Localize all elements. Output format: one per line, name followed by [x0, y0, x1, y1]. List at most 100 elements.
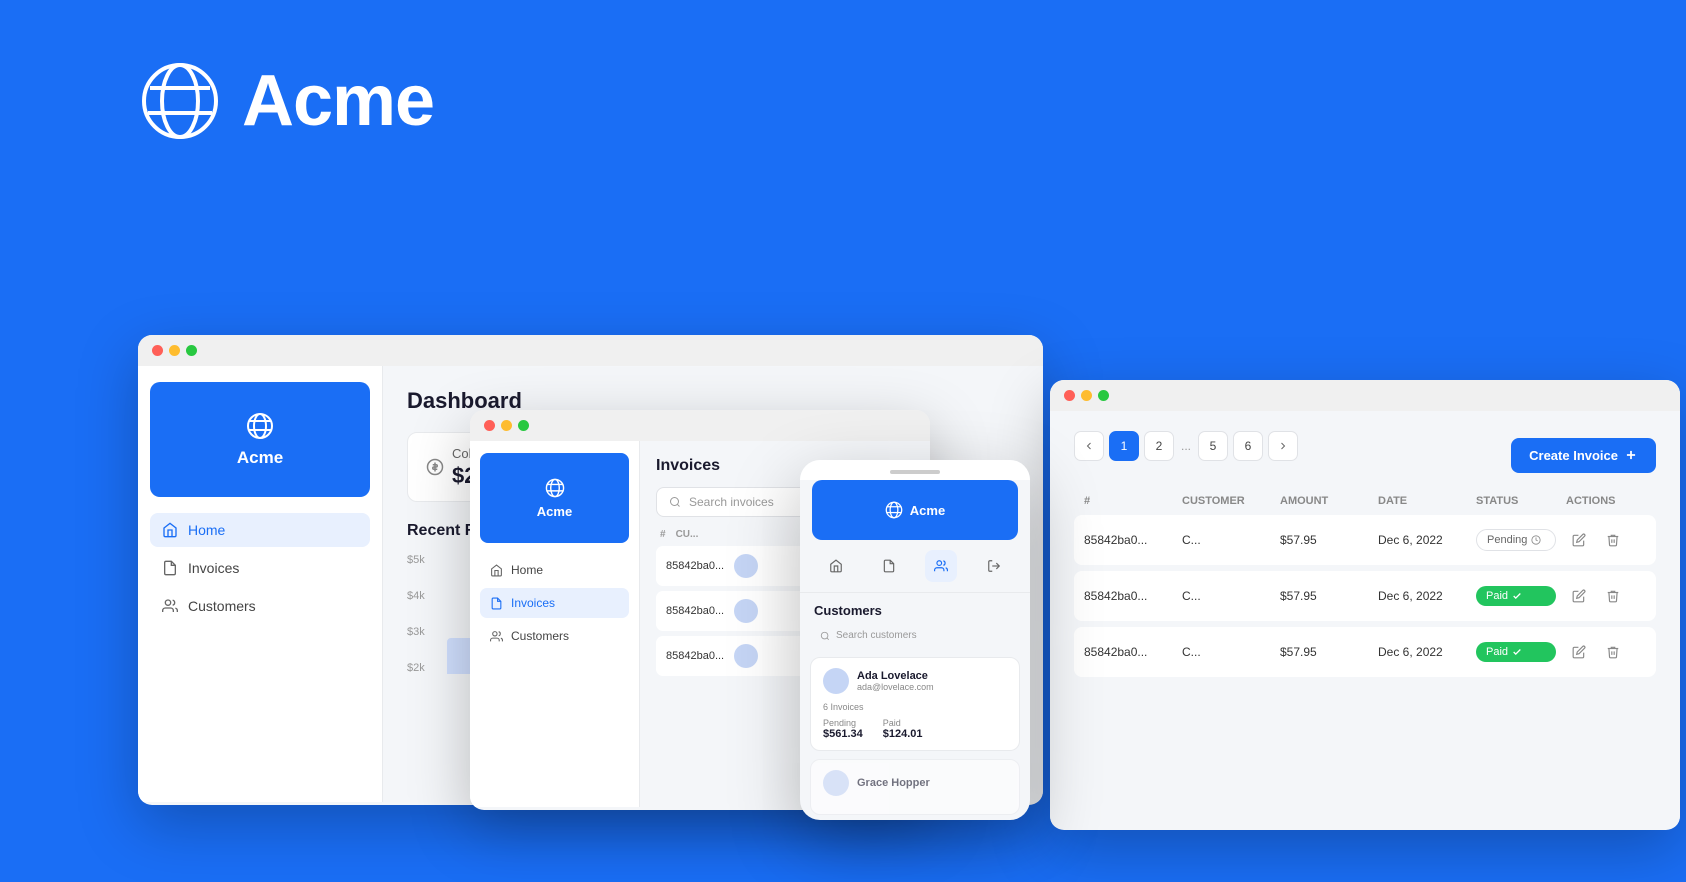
cust-pending-value: $561.34: [823, 728, 863, 740]
cust-pill: [890, 470, 940, 474]
page-btn-6[interactable]: 6: [1233, 431, 1263, 461]
cust-nav-file[interactable]: [873, 550, 905, 582]
page-num-6: 6: [1245, 439, 1252, 453]
row3-customer: C...: [1182, 645, 1270, 659]
cust-nav: [800, 550, 1030, 593]
cust-search-icon: [820, 631, 830, 641]
full-inv-row-1: 85842ba0... C... $57.95 Dec 6, 2022 Pend…: [1074, 515, 1656, 565]
row3-actions: [1566, 639, 1646, 665]
cust-card-header-ada: Ada Lovelace ada@lovelace.com: [823, 668, 1007, 694]
inv-sidebar-invoices[interactable]: Invoices: [480, 588, 629, 618]
full-dot-yellow: [1081, 390, 1092, 401]
dot-red: [152, 345, 163, 356]
cust-info-ada: Ada Lovelace ada@lovelace.com: [857, 670, 934, 692]
trash-icon-1: [1606, 533, 1620, 547]
full-inv-row-2: 85842ba0... C... $57.95 Dec 6, 2022 Paid: [1074, 571, 1656, 621]
pagination-prev[interactable]: [1074, 431, 1104, 461]
full-dot-green: [1098, 390, 1109, 401]
cust-brand-name: Acme: [910, 503, 945, 518]
hero-title: Acme: [242, 60, 434, 142]
row2-delete-icon[interactable]: [1600, 583, 1626, 609]
row2-date: Dec 6, 2022: [1378, 589, 1466, 603]
full-inv-top-bar: 1 2 ... 5 6 Create Invoice: [1074, 431, 1656, 479]
sidebar-brand-name: Acme: [237, 448, 283, 468]
full-table-header: # Customer Amount Date Status Actions: [1074, 495, 1656, 507]
cust-globe-icon: [885, 501, 903, 519]
inv-sidebar: Acme Home Invoices Customers: [470, 441, 640, 807]
cust-search-bar[interactable]: Search customers: [810, 624, 1020, 647]
customer-card-grace: Grace Hopper: [810, 759, 1020, 815]
cust-paid-value: $124.01: [883, 728, 923, 740]
row2-edit-icon[interactable]: [1566, 583, 1592, 609]
row3-delete-icon[interactable]: [1600, 639, 1626, 665]
inv-col-id: #: [660, 529, 666, 540]
inv-customers-icon: [490, 630, 503, 643]
cust-chrome: [800, 460, 1030, 480]
inv-brand-name: Acme: [537, 504, 572, 519]
page-btn-2[interactable]: 2: [1144, 431, 1174, 461]
window-chrome-invoices: [470, 410, 930, 441]
row1-delete-icon[interactable]: [1600, 527, 1626, 553]
inv-dot-red: [484, 420, 495, 431]
full-inv-body: 1 2 ... 5 6 Create Invoice # Customer Am…: [1050, 411, 1680, 827]
cust-brand: Acme: [812, 480, 1018, 540]
window-chrome-full: [1050, 380, 1680, 411]
row1-status: Pending: [1476, 529, 1556, 551]
cust-email-ada: ada@lovelace.com: [857, 682, 934, 692]
cust-logout-icon: [987, 559, 1001, 573]
pencil-icon-3: [1572, 645, 1586, 659]
cust-avatar-ada: [823, 668, 849, 694]
page-num-5: 5: [1210, 439, 1217, 453]
cust-nav-logout[interactable]: [978, 550, 1010, 582]
pencil-icon-1: [1572, 533, 1586, 547]
col-header-date: Date: [1378, 495, 1466, 507]
inv-row-id-1: 85842ba0...: [666, 560, 724, 572]
y-label-2k: $2k: [407, 662, 425, 674]
row3-edit-icon[interactable]: [1566, 639, 1592, 665]
page-btn-5[interactable]: 5: [1198, 431, 1228, 461]
inv-row-id-3: 85842ba0...: [666, 650, 724, 662]
row2-id: 85842ba0...: [1084, 589, 1172, 603]
sidebar-item-invoices[interactable]: Invoices: [150, 551, 370, 585]
full-dot-red: [1064, 390, 1075, 401]
inv-col-cu: Cu...: [676, 529, 699, 540]
cust-nav-home[interactable]: [820, 550, 852, 582]
cust-nav-users[interactable]: [925, 550, 957, 582]
pagination: 1 2 ... 5 6: [1074, 431, 1298, 461]
chevron-left-icon: [1083, 440, 1095, 452]
sidebar-item-customers[interactable]: Customers: [150, 589, 370, 623]
col-header-status: Status: [1476, 495, 1556, 507]
cust-stats-ada: Pending $561.34 Paid $124.01: [823, 718, 1007, 740]
cust-name-grace: Grace Hopper: [857, 777, 930, 789]
check-icon-2: [1512, 591, 1522, 601]
pencil-icon-2: [1572, 589, 1586, 603]
row1-edit-icon[interactable]: [1566, 527, 1592, 553]
sidebar-item-home[interactable]: Home: [150, 513, 370, 547]
create-invoice-button[interactable]: Create Invoice: [1511, 438, 1656, 473]
row1-customer: C...: [1182, 533, 1270, 547]
page-btn-1[interactable]: 1: [1109, 431, 1139, 461]
inv-row-id-2: 85842ba0...: [666, 605, 724, 617]
inv-sidebar-home[interactable]: Home: [480, 555, 629, 585]
row2-actions: [1566, 583, 1646, 609]
inv-sidebar-customers[interactable]: Customers: [480, 621, 629, 651]
y-label-4k: $4k: [407, 590, 425, 602]
cust-avatar-grace: [823, 770, 849, 796]
sidebar-brand: Acme: [150, 382, 370, 497]
pagination-next[interactable]: [1268, 431, 1298, 461]
inv-dot-yellow: [501, 420, 512, 431]
hero-globe-icon: [140, 61, 220, 141]
invoices-icon: [162, 560, 178, 576]
sidebar-customers-label: Customers: [188, 598, 256, 614]
full-invoices-window: 1 2 ... 5 6 Create Invoice # Customer Am…: [1050, 380, 1680, 830]
row3-date: Dec 6, 2022: [1378, 645, 1466, 659]
cust-search-placeholder: Search customers: [836, 630, 917, 641]
row3-status-label: Paid: [1486, 646, 1508, 658]
row1-id: 85842ba0...: [1084, 533, 1172, 547]
full-inv-row-3: 85842ba0... C... $57.95 Dec 6, 2022 Paid: [1074, 627, 1656, 677]
dollar-icon: [426, 458, 444, 476]
check-icon-3: [1512, 647, 1522, 657]
col-header-customer: Customer: [1182, 495, 1270, 507]
dashboard-sidebar: Acme Home Invoices Customers: [138, 366, 383, 802]
page-num-1: 1: [1121, 439, 1128, 453]
